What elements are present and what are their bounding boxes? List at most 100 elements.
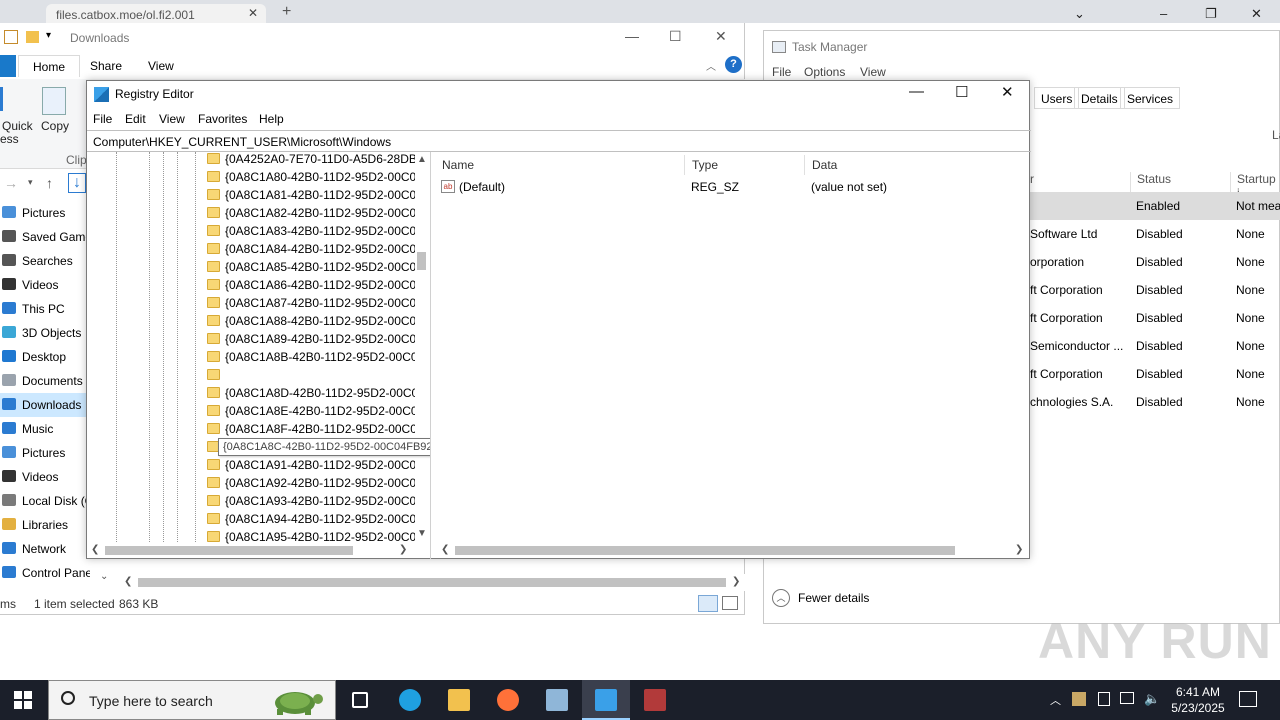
properties-icon[interactable] — [4, 30, 18, 44]
tree-scroll-thumb[interactable] — [417, 252, 426, 270]
fewer-details-label[interactable]: Fewer details — [798, 591, 869, 605]
explorer-close-button[interactable]: ✕ — [715, 28, 727, 45]
registry-key[interactable]: {0A4252A0-7E70-11D0-A5D6-28DB0 — [205, 152, 415, 168]
scroll-up-icon[interactable]: ▲ — [417, 154, 427, 165]
regedit-maximize-button[interactable]: ☐ — [955, 83, 968, 101]
registry-key[interactable]: {0A8C1A92-42B0-11D2-95D2-00C04 — [205, 474, 415, 492]
values-scroll-thumb[interactable] — [455, 546, 955, 555]
tree-horizontal-scrollbar[interactable]: ❮ ❯ — [87, 542, 414, 559]
taskbar-file-explorer[interactable] — [435, 680, 483, 720]
values-horizontal-scrollbar[interactable]: ❮ ❯ — [435, 542, 1030, 559]
registry-key[interactable]: {0A8C1A81-42B0-11D2-95D2-00C04 — [205, 186, 415, 204]
registry-key[interactable]: {0A8C1A8E-42B0-11D2-95D2-00C04 — [205, 402, 415, 420]
scroll-left-icon[interactable]: ❮ — [441, 544, 449, 555]
address-bar[interactable]: Computer\HKEY_CURRENT_USER\Microsoft\Win… — [87, 130, 1031, 152]
tab-view[interactable]: View — [134, 55, 188, 77]
nav-item[interactable]: Libraries — [0, 513, 90, 537]
menu-file[interactable]: File — [93, 112, 112, 126]
tray-app-icon[interactable] — [1072, 692, 1086, 706]
registry-key[interactable]: {0A8C1A80-42B0-11D2-95D2-00C04 — [205, 168, 415, 186]
registry-key[interactable]: {0A8C1A84-42B0-11D2-95D2-00C04 — [205, 240, 415, 258]
registry-key[interactable]: {0A8C1A89-42B0-11D2-95D2-00C04 — [205, 330, 415, 348]
nav-item[interactable]: Downloads — [0, 393, 90, 417]
scroll-left-icon[interactable]: ❮ — [91, 544, 99, 555]
taskbar-firefox[interactable] — [484, 680, 532, 720]
regedit-minimize-button[interactable]: — — [909, 83, 924, 100]
qat-dropdown-icon[interactable]: ▾ — [46, 30, 51, 41]
help-icon[interactable]: ? — [725, 56, 742, 73]
large-icons-view-icon[interactable] — [722, 596, 738, 610]
registry-key[interactable]: {0A8C1A83-42B0-11D2-95D2-00C04 — [205, 222, 415, 240]
scroll-down-icon[interactable]: ▼ — [417, 528, 427, 539]
tab-users[interactable]: Users — [1034, 87, 1080, 109]
device-icon[interactable] — [1098, 692, 1110, 706]
registry-key[interactable]: {0A8C1A87-42B0-11D2-95D2-00C04 — [205, 294, 415, 312]
column-data[interactable]: Data — [805, 155, 1030, 175]
up-icon[interactable]: ↑ — [46, 175, 53, 191]
tab-list-icon[interactable]: ⌄ — [1074, 6, 1085, 22]
nav-item[interactable]: This PC — [0, 297, 90, 321]
value-row[interactable]: ab (Default) REG_SZ (value not set) — [435, 176, 1030, 198]
nav-item[interactable]: Local Disk (C — [0, 489, 90, 513]
menu-help[interactable]: Help — [259, 112, 284, 126]
browser-tab[interactable]: files.catbox.moe/ol.fi2.001 ✕ — [46, 4, 266, 23]
registry-key[interactable]: {0A8C1A94-42B0-11D2-95D2-00C04 — [205, 510, 415, 528]
nav-item[interactable]: Videos — [0, 465, 90, 489]
browser-restore-button[interactable]: ❐ — [1205, 6, 1217, 22]
ribbon-collapse-icon[interactable]: ︿ — [706, 58, 716, 73]
nav-item[interactable]: Network — [0, 537, 90, 561]
registry-key[interactable] — [205, 366, 415, 384]
taskbar-winrar[interactable] — [631, 680, 679, 720]
tab-home[interactable]: Home — [18, 55, 81, 77]
browser-close-button[interactable]: ✕ — [1251, 6, 1262, 22]
taskbar-task-view[interactable] — [336, 680, 384, 720]
menu-file[interactable]: File — [772, 65, 791, 79]
details-view-icon[interactable] — [698, 595, 718, 612]
nav-item[interactable]: 3D Objects — [0, 321, 90, 345]
registry-key[interactable]: {0A8C1A86-42B0-11D2-95D2-00C04 — [205, 276, 415, 294]
column-publisher[interactable]: r — [1030, 172, 1034, 194]
recent-dropdown-icon[interactable]: ▾ — [28, 177, 33, 188]
start-button[interactable] — [14, 691, 32, 709]
nav-item[interactable]: Desktop — [0, 345, 90, 369]
chevron-up-icon[interactable]: ︿ — [772, 589, 790, 607]
forward-icon[interactable]: → — [4, 175, 18, 191]
menu-favorites[interactable]: Favorites — [198, 112, 247, 126]
scroll-right-icon[interactable]: ❯ — [399, 544, 407, 555]
scroll-left-icon[interactable]: ❮ — [124, 576, 132, 587]
scroll-right-icon[interactable]: ❯ — [1015, 544, 1023, 555]
registry-key[interactable]: {0A8C1A91-42B0-11D2-95D2-00C04 — [205, 456, 415, 474]
scroll-right-icon[interactable]: ❯ — [732, 576, 740, 587]
file-tab[interactable] — [0, 55, 16, 77]
tab-services[interactable]: Services — [1120, 87, 1181, 109]
copy-icon[interactable] — [42, 87, 66, 115]
taskbar-task-manager[interactable] — [533, 680, 581, 720]
pin-icon[interactable] — [0, 87, 14, 111]
tab-share[interactable]: Share — [76, 55, 136, 77]
tree-vertical-scrollbar[interactable]: ▲ ▼ — [413, 152, 430, 542]
folder-icon[interactable] — [26, 31, 39, 43]
network-icon[interactable] — [1120, 692, 1134, 704]
column-type[interactable]: Type — [685, 155, 805, 175]
tray-overflow-icon[interactable]: ︿ — [1050, 692, 1061, 708]
taskbar-registry-editor[interactable] — [582, 680, 630, 720]
new-tab-button[interactable]: + — [282, 3, 291, 21]
nav-item[interactable]: Documents — [0, 369, 90, 393]
quick-access-label[interactable]: Quick — [2, 119, 33, 133]
explorer-maximize-button[interactable]: ☐ — [669, 28, 682, 45]
nav-item[interactable]: Music — [0, 417, 90, 441]
menu-edit[interactable]: Edit — [125, 112, 146, 126]
nav-scroll-down-icon[interactable]: ⌄ — [100, 571, 108, 582]
registry-key[interactable]: {0A8C1A85-42B0-11D2-95D2-00C04 — [205, 258, 415, 276]
menu-options[interactable]: Options — [804, 65, 845, 79]
nav-item[interactable]: Saved Game — [0, 225, 90, 249]
downloads-address-icon[interactable]: ↓ — [68, 173, 86, 193]
registry-key[interactable]: {0A8C1A8F-42B0-11D2-95D2-00C04 — [205, 420, 415, 438]
explorer-horizontal-scrollbar[interactable]: ❮ ❯ — [118, 574, 745, 591]
tab-details[interactable]: Details — [1074, 87, 1125, 109]
registry-key[interactable]: {0A8C1A8B-42B0-11D2-95D2-00C04 — [205, 348, 415, 366]
registry-key[interactable]: {0A8C1A8D-42B0-11D2-95D2-00C04 — [205, 384, 415, 402]
copy-button[interactable]: Copy — [41, 119, 69, 133]
column-startup-impact[interactable]: Startup i — [1230, 172, 1279, 200]
nav-item[interactable]: Searches — [0, 249, 90, 273]
